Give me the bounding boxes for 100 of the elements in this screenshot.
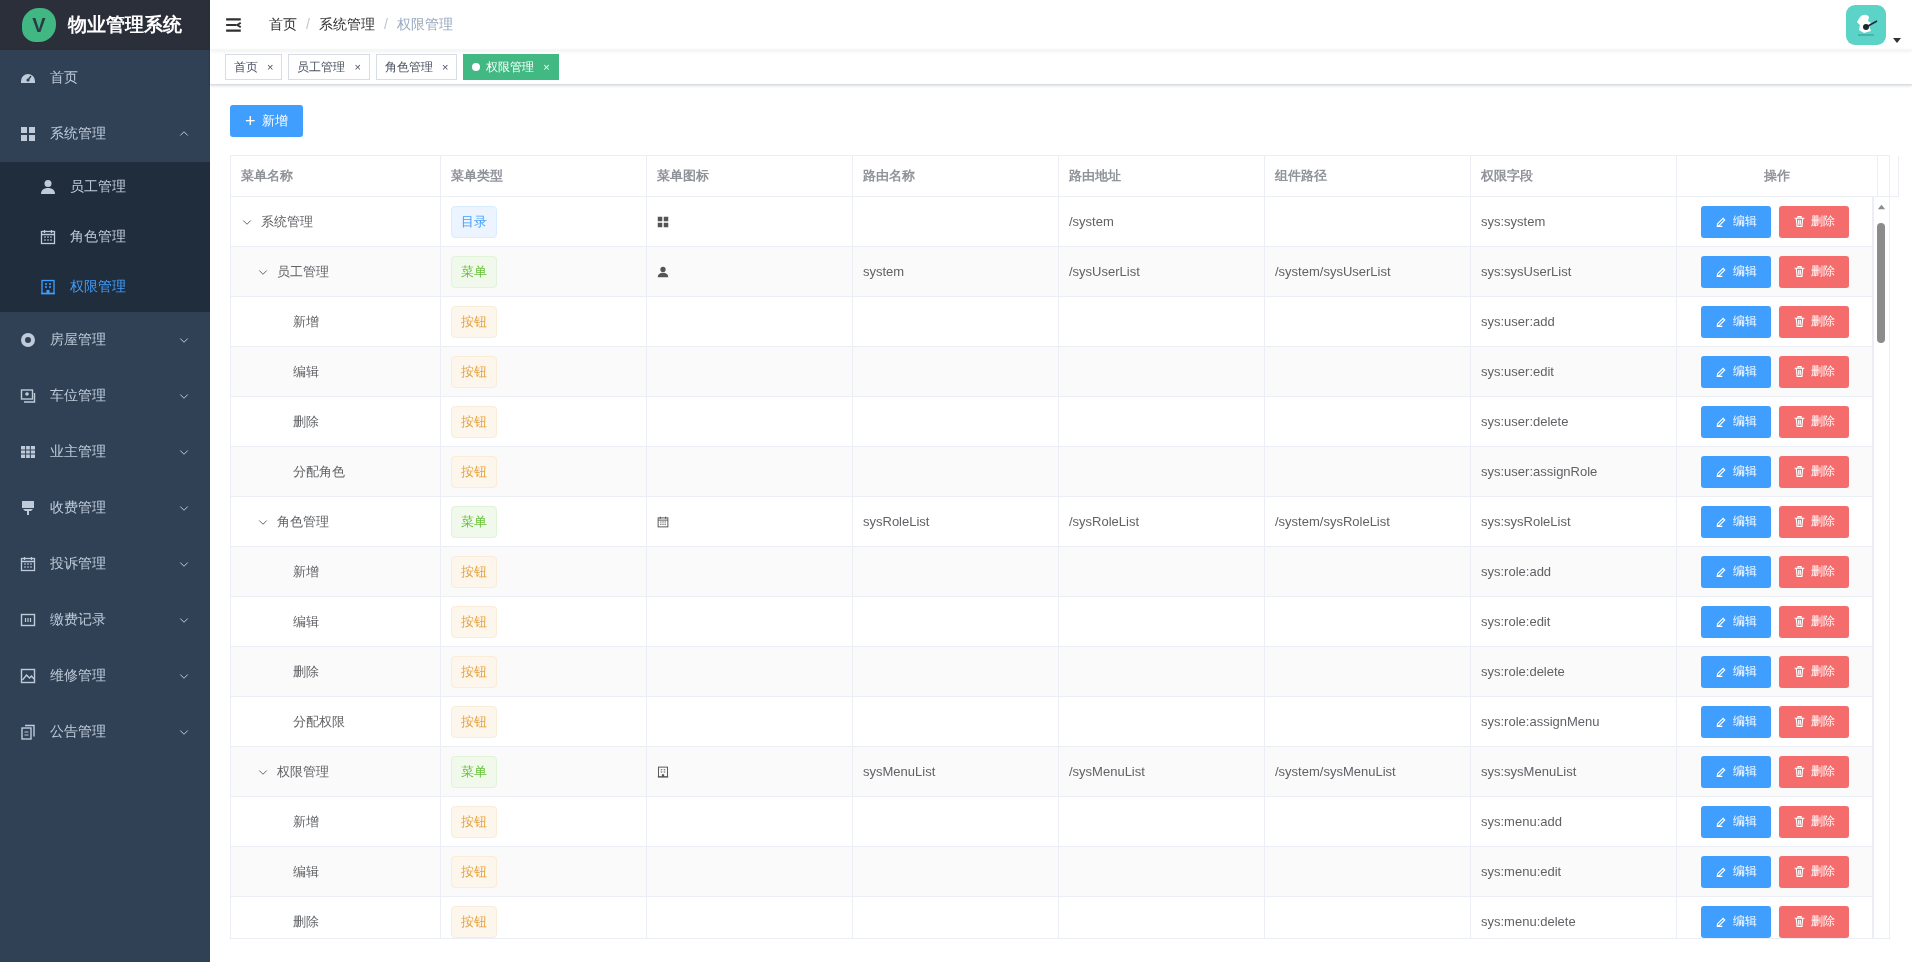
pencil-icon — [1714, 215, 1728, 228]
menu-item[interactable]: 系统管理 — [0, 106, 210, 162]
caret-icon — [1892, 35, 1902, 45]
menu-name: 角色管理 — [277, 512, 329, 531]
menu-item[interactable]: 缴费记录 — [0, 592, 210, 648]
menu-item[interactable]: 公告管理 — [0, 704, 210, 760]
menu-item[interactable]: 业主管理 — [0, 424, 210, 480]
edit-button[interactable]: 编辑 — [1700, 855, 1771, 888]
edit-button[interactable]: 编辑 — [1700, 355, 1771, 388]
submenu-item[interactable]: 权限管理 — [0, 262, 210, 312]
pencil-icon — [1714, 565, 1728, 578]
edit-button[interactable]: 编辑 — [1700, 655, 1771, 688]
delete-button[interactable]: 删除 — [1778, 555, 1849, 588]
trash-icon — [1792, 665, 1806, 678]
logo: V — [22, 8, 56, 42]
close-icon[interactable]: × — [267, 61, 274, 73]
column-header: 路由名称 — [853, 156, 1059, 197]
scrollbar[interactable] — [1877, 223, 1885, 343]
delete-button[interactable]: 删除 — [1778, 605, 1849, 638]
menu-name: 删除 — [293, 912, 319, 931]
table-cell: system — [853, 247, 1059, 297]
pencil-icon — [1714, 465, 1728, 478]
tiles-icon — [20, 444, 36, 460]
tab[interactable]: 员工管理 × — [288, 54, 370, 80]
edit-button[interactable]: 编辑 — [1700, 505, 1771, 538]
edit-button[interactable]: 编辑 — [1700, 605, 1771, 638]
trash-icon — [1792, 615, 1806, 628]
delete-button[interactable]: 删除 — [1778, 755, 1849, 788]
pencil-icon — [1714, 315, 1728, 328]
type-tag: 按钮 — [451, 905, 497, 938]
add-button[interactable]: + 新增 — [230, 105, 303, 137]
delete-button[interactable]: 删除 — [1778, 505, 1849, 538]
edit-button[interactable]: 编辑 — [1700, 755, 1771, 788]
menu-item[interactable]: 投诉管理 — [0, 536, 210, 592]
building-icon — [40, 279, 56, 295]
edit-button[interactable]: 编辑 — [1700, 705, 1771, 738]
delete-button[interactable]: 删除 — [1778, 305, 1849, 338]
delete-button[interactable]: 删除 — [1778, 405, 1849, 438]
submenu-item[interactable]: 员工管理 — [0, 162, 210, 212]
edit-button[interactable]: 编辑 — [1700, 805, 1771, 838]
type-tag: 目录 — [451, 205, 497, 238]
pencil-icon — [1714, 415, 1728, 428]
menu-name: 新增 — [293, 312, 319, 331]
table-cell: sys:menu:edit — [1471, 847, 1677, 897]
submenu-item[interactable]: 角色管理 — [0, 212, 210, 262]
delete-button[interactable]: 删除 — [1778, 705, 1849, 738]
edit-button[interactable]: 编辑 — [1700, 455, 1771, 488]
table-cell: /sysMenuList — [1059, 747, 1265, 797]
stamp-icon — [20, 500, 36, 516]
table-cell: sys:role:add — [1471, 547, 1677, 597]
breadcrumb-separator: / — [306, 16, 310, 34]
type-tag: 按钮 — [451, 805, 497, 838]
menu-item[interactable]: 收费管理 — [0, 480, 210, 536]
delete-button[interactable]: 删除 — [1778, 805, 1849, 838]
trash-icon — [1792, 415, 1806, 428]
type-tag: 按钮 — [451, 655, 497, 688]
tab[interactable]: 首页 × — [225, 54, 283, 80]
table-cell: sys:role:delete — [1471, 647, 1677, 697]
edit-button[interactable]: 编辑 — [1700, 405, 1771, 438]
delete-button[interactable]: 删除 — [1778, 855, 1849, 888]
edit-button[interactable]: 编辑 — [1700, 205, 1771, 238]
delete-button[interactable]: 删除 — [1778, 905, 1849, 938]
menu-item[interactable]: 首页 — [0, 50, 210, 106]
calendar-icon — [40, 229, 56, 245]
menu-icon — [225, 16, 243, 34]
edit-button[interactable]: 编辑 — [1700, 905, 1771, 938]
edit-button[interactable]: 编辑 — [1700, 555, 1771, 588]
edit-button[interactable]: 编辑 — [1700, 305, 1771, 338]
table-cell: sys:sysUserList — [1471, 247, 1677, 297]
type-tag: 按钮 — [451, 305, 497, 338]
pencil-icon — [1714, 615, 1728, 628]
menu-name: 删除 — [293, 662, 319, 681]
close-icon[interactable]: × — [441, 61, 449, 73]
delete-button[interactable]: 删除 — [1778, 355, 1849, 388]
pencil-icon — [1714, 915, 1728, 928]
type-tag: 按钮 — [451, 555, 497, 588]
type-tag: 按钮 — [451, 355, 497, 388]
pencil-icon — [1714, 715, 1728, 728]
close-icon[interactable]: × — [543, 61, 550, 73]
menu-item[interactable]: 房屋管理 — [0, 312, 210, 368]
column-header: 操作 — [1677, 156, 1878, 197]
delete-button[interactable]: 删除 — [1778, 255, 1849, 288]
menu-item[interactable]: 车位管理 — [0, 368, 210, 424]
delete-button[interactable]: 删除 — [1778, 455, 1849, 488]
menu-item[interactable]: 维修管理 — [0, 648, 210, 704]
tab[interactable]: 角色管理 × — [375, 54, 458, 80]
delete-button[interactable]: 删除 — [1778, 205, 1849, 238]
delete-button[interactable]: 删除 — [1778, 655, 1849, 688]
type-tag: 按钮 — [451, 855, 497, 888]
dot-icon — [472, 63, 481, 71]
breadcrumb-item[interactable]: 系统管理 — [318, 16, 375, 34]
edit-button[interactable]: 编辑 — [1700, 255, 1771, 288]
tab[interactable]: 权限管理 × — [463, 54, 559, 80]
breadcrumb-item[interactable]: 首页 — [269, 16, 297, 34]
menu-name: 系统管理 — [261, 212, 313, 231]
close-icon[interactable]: × — [354, 61, 361, 73]
trash-icon — [1792, 915, 1806, 928]
app-title: 物业管理系统 — [68, 13, 182, 37]
column-header: 组件路径 — [1265, 156, 1471, 197]
trash-icon — [1792, 315, 1806, 328]
